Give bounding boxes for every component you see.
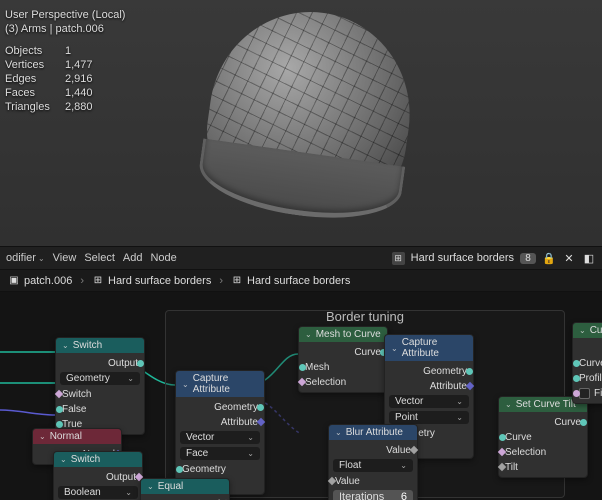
stats-overlay: User Perspective (Local) (3) Arms | patc… [5, 8, 125, 114]
node-header[interactable]: Normal [33, 429, 121, 444]
pin-icon[interactable]: ✕ [562, 251, 576, 265]
nodegroup-icon: ⊞ [231, 275, 243, 287]
node-capture-attribute-1[interactable]: Capture Attribute Geometry Attribute Vec… [175, 370, 265, 495]
modifier-type-dropdown[interactable]: odifier [6, 252, 45, 264]
blur-iterations[interactable]: Iterations6 [333, 490, 413, 500]
switch-type-dropdown[interactable]: Boolean [58, 486, 138, 499]
blur-type-dropdown[interactable]: Float [333, 459, 413, 472]
node-switch-boolean[interactable]: Switch Output Boolean Switch False True [53, 451, 143, 500]
users-badge[interactable]: 8 [520, 253, 536, 264]
node-header[interactable]: Mesh to Curve [299, 327, 387, 342]
mesh-icon: ▣ [8, 275, 20, 287]
capture-domain-dropdown[interactable]: Point [389, 411, 469, 424]
capture-type-dropdown[interactable]: Vector [180, 431, 260, 444]
menu-view[interactable]: View [53, 252, 77, 264]
fake-user-icon[interactable]: 🔒 [542, 251, 556, 265]
node-header[interactable]: Switch [56, 338, 144, 353]
breadcrumb: ▣patch.006 › ⊞Hard surface borders › ⊞Ha… [0, 270, 602, 292]
switch-type-dropdown[interactable]: Geometry [60, 372, 140, 385]
viewport-3d[interactable]: User Perspective (Local) (3) Arms | patc… [0, 0, 602, 246]
node-blur-attribute[interactable]: Blur Attribute Value Float Value Iterati… [328, 424, 418, 500]
node-header[interactable]: Equal [141, 479, 229, 494]
menu-select[interactable]: Select [84, 252, 115, 264]
bc-group[interactable]: Hard surface borders [247, 275, 350, 287]
node-header[interactable]: Capture Attribute [385, 335, 473, 361]
fill-caps-checkbox[interactable] [579, 388, 590, 399]
node-editor-canvas[interactable]: Border tuning Switch Output Geometry Swi… [0, 292, 602, 500]
menu-node[interactable]: Node [150, 252, 176, 264]
node-header[interactable]: Curve to Mesh [573, 323, 602, 338]
capture-type-dropdown[interactable]: Vector [389, 395, 469, 408]
perspective-label: User Perspective (Local) [5, 8, 125, 22]
node-curve-to-mesh[interactable]: Curve to Mesh Mesh Curve Profile Curve F… [572, 322, 602, 404]
node-editor-header: odifier View Select Add Node ⊞ Hard surf… [0, 246, 602, 270]
node-switch-geometry[interactable]: Switch Output Geometry Switch False True [55, 337, 145, 435]
new-icon[interactable]: ◧ [582, 251, 596, 265]
context-label: (3) Arms | patch.006 [5, 22, 125, 36]
node-header[interactable]: Blur Attribute [329, 425, 417, 440]
bc-modifier[interactable]: Hard surface borders [108, 275, 211, 287]
capture-domain-dropdown[interactable]: Face [180, 447, 260, 460]
node-equal[interactable]: Equal Result Vector Direction Equal A B … [140, 478, 230, 500]
node-set-curve-tilt[interactable]: Set Curve Tilt Curve Curve Selection Til… [498, 396, 588, 478]
menu-add[interactable]: Add [123, 252, 143, 264]
node-header[interactable]: Capture Attribute [176, 371, 264, 397]
mesh-preview [190, 2, 430, 242]
bc-object[interactable]: patch.006 [24, 275, 72, 287]
nodetree-icon: ⊞ [392, 252, 405, 265]
modifier-icon: ⊞ [92, 275, 104, 287]
nodetree-name[interactable]: Hard surface borders [411, 252, 514, 264]
frame-title: Border tuning [166, 309, 564, 324]
node-mesh-to-curve[interactable]: Mesh to Curve Curve Mesh Selection [298, 326, 388, 393]
node-header[interactable]: Switch [54, 452, 142, 467]
